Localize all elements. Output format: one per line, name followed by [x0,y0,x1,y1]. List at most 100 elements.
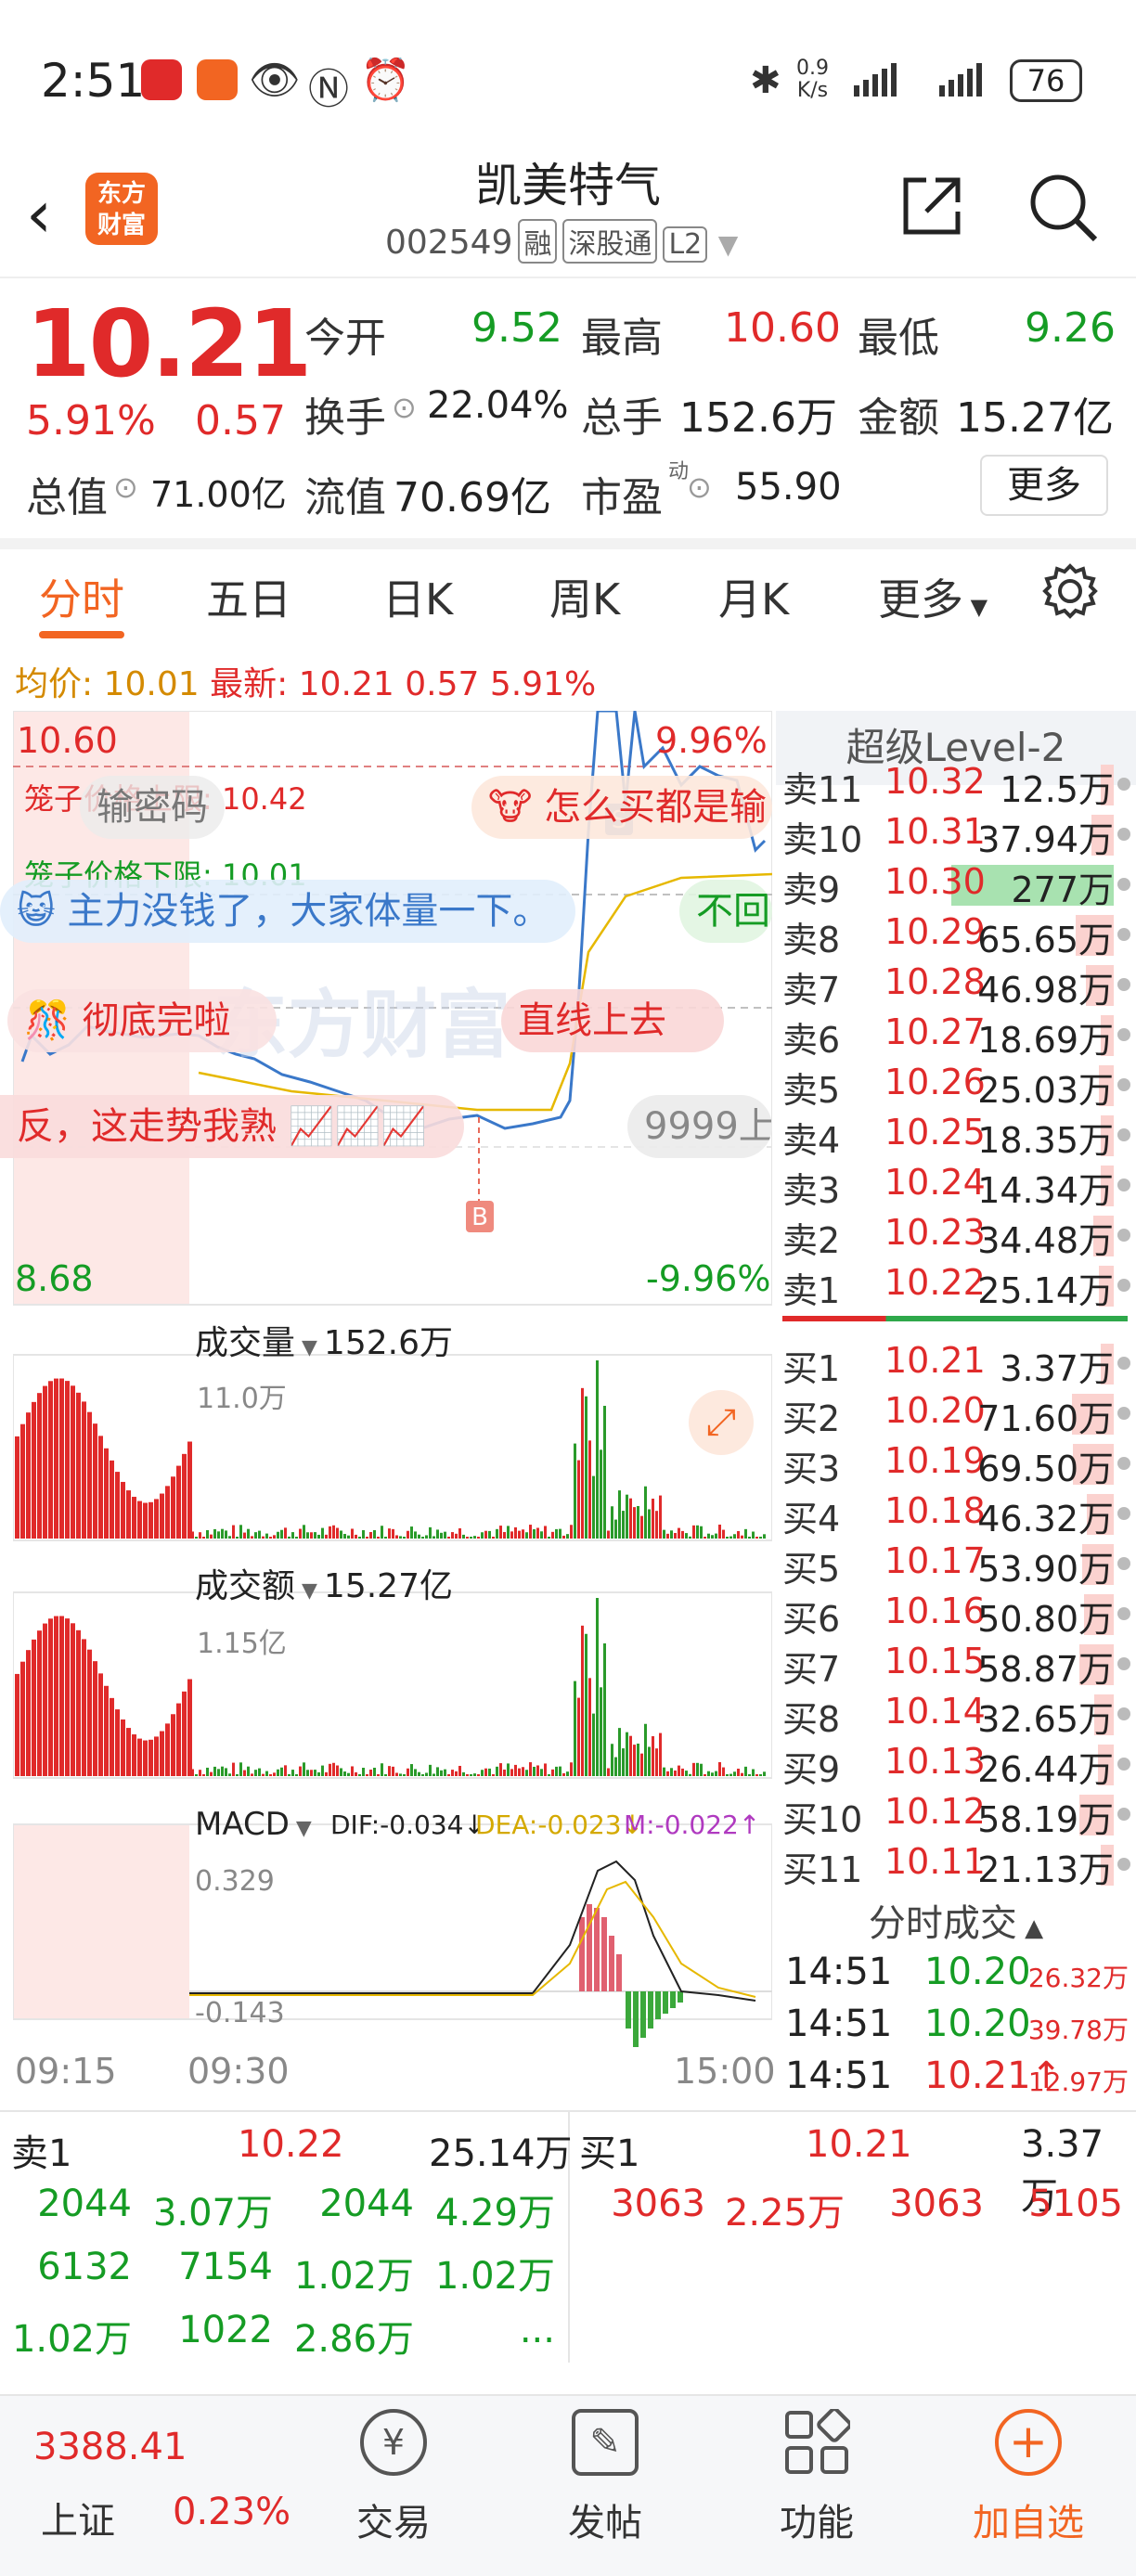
volume-bar [284,1765,287,1776]
orderbook-row[interactable]: 买5 10.17 53.90万 [782,1540,1130,1591]
volume-bar [607,1530,610,1539]
orderbook-row[interactable]: 买1 10.21 3.37万 [782,1340,1130,1390]
volume-bar [548,1537,550,1539]
orderbook-row[interactable]: 买2 10.20 71.60万 [782,1390,1130,1440]
volume-bar [325,1534,328,1539]
orderbook-row[interactable]: 卖7 10.28 46.98万 [782,961,1130,1011]
volume-bar [191,1531,194,1539]
more-button[interactable]: 更多 [980,455,1108,516]
indicator-dot [1117,1229,1130,1242]
volume-bar [748,1774,751,1776]
tab-daily-k[interactable]: 日K [382,566,453,627]
info-icon[interactable]: ⊙ [687,470,712,505]
orderbook-price: 10.32 [884,761,986,802]
tab-five-day[interactable]: 五日 [206,566,291,627]
trades-title[interactable]: 分时成交 ▲ [776,1893,1136,1947]
volume-bar [392,1766,394,1776]
nav-add-watchlist[interactable]: + 加自选 [954,2409,1103,2567]
macd-panel-label[interactable]: MACD ▼ [195,1806,312,1843]
share-icon[interactable] [898,173,965,239]
volume-bar [577,1460,580,1539]
stock-code-row[interactable]: 002549 融深股通 L2 ▼ [385,219,738,264]
orderbook-row[interactable]: 卖6 10.27 18.69万 [782,1011,1130,1062]
volume-bar [510,1769,513,1776]
tab-monthly-k[interactable]: 月K [718,566,789,627]
orderbook-row[interactable]: 买4 10.18 46.32万 [782,1490,1130,1540]
orderbook-row[interactable]: 卖4 10.25 18.35万 [782,1112,1130,1162]
tab-weekly-k[interactable]: 周K [549,566,620,627]
orderbook-row[interactable]: 卖8 10.29 65.65万 [782,911,1130,961]
indicator-dot [1117,1128,1130,1141]
volume-bar [618,1490,621,1539]
macd-histogram [579,1904,683,2047]
nav-functions[interactable]: 功能 [742,2407,891,2567]
volume-bar [499,1763,502,1776]
info-icon[interactable]: ⊙ [392,390,417,425]
nav-post[interactable]: ✎ 发帖 [531,2409,679,2567]
volume-bar [614,1519,617,1539]
volume-bar [206,1767,209,1776]
auction-bar [59,1378,64,1539]
volume-bar [726,1774,729,1776]
dropdown-icon: ▼ [963,594,988,620]
volume-panel-label[interactable]: 成交量 ▼ 152.6万 [195,1316,453,1364]
orderbook-row[interactable]: 卖2 10.23 34.48万 [782,1212,1130,1262]
tab-more[interactable]: 更多 ▼ [878,566,988,627]
volume-value: 152.6万 [679,394,837,442]
volume-bar [689,1773,691,1776]
volume-bar [488,1530,491,1539]
volume-bar [707,1771,710,1776]
volume-bar [291,1532,294,1539]
volume-bar [744,1528,747,1539]
volume-bar [666,1771,669,1776]
volume-bar [247,1528,250,1539]
volume-bar [696,1525,699,1539]
indicator-dot [1117,1357,1130,1370]
orderbook-row[interactable]: 买6 10.16 50.80万 [782,1591,1130,1641]
volume-bar [718,1761,721,1776]
volume-bar [562,1535,565,1539]
orderbook-row[interactable]: 买8 10.14 32.65万 [782,1691,1130,1741]
orderbook-label: 卖7 [782,970,841,1011]
auction-bar [26,1412,31,1539]
orderbook-row[interactable]: 卖1 10.22 25.14万 [782,1262,1130,1312]
indicator-dot [1117,1707,1130,1720]
auction-bar [59,1616,64,1776]
orderbook-row[interactable]: 卖3 10.24 14.34万 [782,1162,1130,1212]
orderbook-row[interactable]: 买9 10.13 26.44万 [782,1741,1130,1791]
collapse-icon: ▲ [1016,1914,1044,1942]
orderbook-row[interactable]: 卖11 10.32 12.5万 [782,761,1130,811]
info-icon[interactable]: ⊙ [113,470,138,505]
orderbook-row[interactable]: 卖10 10.31 37.94万 [782,811,1130,861]
total-cap-label: 总值 [26,474,108,522]
volume-bar [388,1766,391,1776]
volume-bar [403,1774,406,1776]
amount-panel-label[interactable]: 成交额 ▼ 15.27亿 [195,1559,453,1607]
tab-intraday[interactable]: 分时 [39,566,124,627]
auction-bar [43,1623,47,1776]
buy1-label: 买1 [579,2132,640,2175]
volume-bar [496,1766,498,1776]
change-value: 0.57 [195,397,286,444]
orderbook-row[interactable]: 买3 10.19 69.50万 [782,1440,1130,1490]
indicator-dot [1117,778,1130,791]
volume-bar [633,1745,636,1776]
volume-bar [306,1770,309,1776]
expand-icon[interactable]: ⤢ [689,1390,754,1455]
search-icon[interactable] [1026,171,1101,245]
orderbook-row[interactable]: 买10 10.12 58.19万 [782,1791,1130,1841]
gear-icon[interactable] [1041,562,1099,620]
volume-bar [637,1743,639,1776]
orderbook-row[interactable]: 卖5 10.26 25.03万 [782,1062,1130,1112]
orderbook-price: 10.16 [884,1591,986,1631]
orderbook-row[interactable]: 卖9 10.30 277万 [782,861,1130,911]
volume-bar [644,1723,647,1776]
orderbook-row[interactable]: 买7 10.15 58.87万 [782,1641,1130,1691]
volume-bar [418,1534,420,1539]
volume-bar [659,1495,662,1539]
orderbook-row[interactable]: 买11 10.11 21.13万 [782,1841,1130,1891]
volume-bar [481,1532,484,1539]
index-ticker[interactable]: 3388.41 上证 0.23% [33,2398,290,2565]
volume-bar [752,1531,755,1539]
nav-trade[interactable]: ¥ 交易 [319,2409,468,2567]
